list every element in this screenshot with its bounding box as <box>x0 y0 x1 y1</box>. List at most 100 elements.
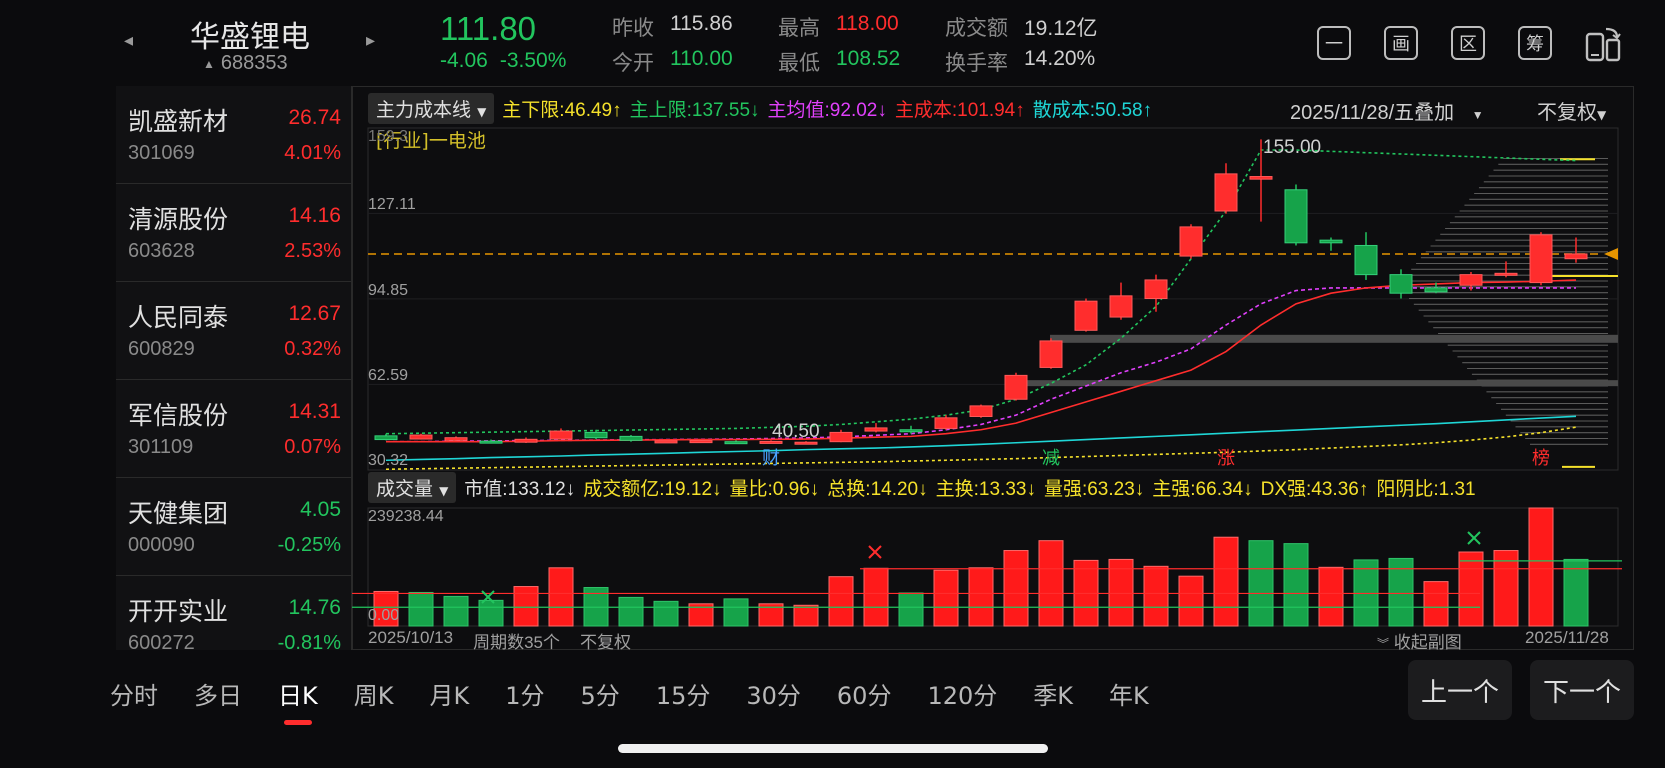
vol-ratio: 量比:0.96↓ <box>729 478 820 500</box>
chevron-down-icon: ▼ <box>1471 108 1484 122</box>
indicator-selector[interactable]: 主力成本线 ▼ <box>368 92 495 124</box>
list-item[interactable]: 凯盛新材 26.74 301069 4.01% <box>116 86 351 184</box>
list-item[interactable]: 开开实业 14.76 600272 -0.81% <box>116 576 351 650</box>
list-item[interactable]: 军信股份 14.31 301109 0.07% <box>116 380 351 478</box>
peer-code: 600272 <box>128 632 195 650</box>
peer-code: 000090 <box>128 534 195 556</box>
tab-60min[interactable]: 60分 <box>837 676 892 711</box>
volume-indicator-row: 成交量 ▼ 市值:133.12↓ 成交额亿:19.12↓ 量比:0.96↓ 总换… <box>368 471 1476 503</box>
toolbar-chips-icon[interactable]: 筹 <box>1518 26 1552 60</box>
vol-yang-yin-ratio: 阳阴比:1.31 <box>1376 478 1476 500</box>
chevron-down-icon: ︾ <box>1377 637 1390 651</box>
tab-1min[interactable]: 1分 <box>505 676 544 711</box>
toolbar-minus-icon[interactable]: 一 <box>1317 26 1351 60</box>
price-change: -4.06 <box>440 49 488 72</box>
tab-multiday[interactable]: 多日 <box>194 676 242 711</box>
vol-market-cap: 市值:133.12↓ <box>464 478 576 500</box>
stock-header: ◂ 华盛锂电 ▲ 688353 ▸ 111.80 -4.06 -3.50% 昨收… <box>0 0 1665 86</box>
peak-price-label: 155.00 <box>1263 137 1322 158</box>
vol-total-turnover: 总换:14.20↓ <box>827 478 928 500</box>
prev-stock-arrow-icon[interactable]: ◂ <box>124 30 133 51</box>
chart-date: 2025/11/28/五 <box>1290 102 1415 124</box>
collapse-subchart-button[interactable]: ︾ 收起副图 <box>1377 628 1462 653</box>
next-stock-arrow-icon[interactable]: ▸ <box>366 30 375 51</box>
peer-name: 凯盛新材 <box>128 107 229 136</box>
peer-code: 301069 <box>128 142 195 164</box>
peer-price: 14.76 <box>288 596 341 619</box>
stat-value: 19.12亿 <box>1024 17 1098 40</box>
indicator-lower-limit: 主下限:46.49↑ <box>502 99 622 121</box>
volume-max-label: 239238.44 <box>368 508 444 525</box>
tab-weekly-k[interactable]: 周K <box>354 676 394 711</box>
kline-chart-panel[interactable] <box>352 86 1634 650</box>
peer-price: 14.16 <box>288 204 341 227</box>
peer-price: 12.67 <box>288 302 341 325</box>
stock-code: 688353 <box>220 52 288 74</box>
peer-pct: -0.25% <box>277 534 341 556</box>
stat-turnover-amount: 成交额 19.12亿 <box>945 12 1098 42</box>
start-date: 2025/10/13 <box>368 628 454 647</box>
toolbar-range-icon[interactable]: 区 <box>1451 26 1485 60</box>
tab-yearly-k[interactable]: 年K <box>1109 676 1149 711</box>
peer-code: 603628 <box>128 240 195 262</box>
end-date: 2025/11/28 <box>1525 628 1609 647</box>
last-price: 111.80 <box>440 10 537 47</box>
stat-high: 最高 118.00 <box>778 12 899 42</box>
vol-amount: 成交额亿:19.12↓ <box>583 478 722 500</box>
list-item[interactable]: 天健集团 4.05 000090 -0.25% <box>116 478 351 576</box>
peer-pct: 4.01% <box>284 142 341 164</box>
collapse-label: 收起副图 <box>1393 633 1462 652</box>
stock-code-row: ▲ 688353 <box>203 52 288 75</box>
stat-turnover-rate: 换手率 14.20% <box>945 47 1095 77</box>
stat-open: 今开 110.00 <box>612 47 733 77</box>
indicator-main-cost: 主成本:101.94↑ <box>894 99 1025 121</box>
tab-quarterly-k[interactable]: 季K <box>1033 676 1073 711</box>
y-axis-label: 62.59 <box>368 367 409 384</box>
toolbar-draw-icon[interactable]: 画 <box>1384 26 1418 60</box>
peer-pct: 0.32% <box>284 338 341 360</box>
volume-min-label: 0.00 <box>368 607 400 624</box>
stat-label: 今开 <box>612 51 654 75</box>
tab-monthly-k[interactable]: 月K <box>430 676 470 711</box>
stat-value: 110.00 <box>670 47 733 70</box>
y-axis-label: 30.32 <box>368 452 409 469</box>
adjust-label: 不复权 <box>1537 100 1597 124</box>
tab-30min[interactable]: 30分 <box>746 676 801 711</box>
tab-120min[interactable]: 120分 <box>927 676 997 711</box>
peer-code: 600829 <box>128 338 195 360</box>
adjust-selector[interactable]: 不复权▼ <box>1537 96 1606 125</box>
y-axis-label: 127.11 <box>368 196 416 213</box>
vol-main-strength: 主强:66.34↓ <box>1152 478 1253 500</box>
indicator-values: 主下限:46.49↑ 主上限:137.55↓ 主均值:92.02↓ 主成本:10… <box>502 95 1152 122</box>
stat-value: 115.86 <box>670 12 733 35</box>
stat-value: 14.20% <box>1024 47 1096 70</box>
stock-name: 华盛锂电 <box>190 20 310 55</box>
stat-low: 最低 108.52 <box>778 47 900 77</box>
change-row: -4.06 -3.50% <box>440 49 566 73</box>
footer-adjust: 不复权 <box>580 633 632 652</box>
tab-daily-k[interactable]: 日K <box>278 676 318 725</box>
peer-name: 军信股份 <box>128 401 229 430</box>
chart-footer: 2025/10/13 周期数35个 不复权 <box>368 628 631 653</box>
rotate-screen-icon[interactable] <box>1584 26 1622 62</box>
indicator-mean: 主均值:92.02↓ <box>767 99 887 121</box>
list-item[interactable]: 清源股份 14.16 603628 2.53% <box>116 184 351 282</box>
date-overlay-selector[interactable]: 2025/11/28/五叠加 ▼ <box>1290 96 1484 125</box>
chevron-down-icon: ▼ <box>439 483 449 498</box>
chevron-down-icon: ▼ <box>477 104 487 119</box>
tab-5min[interactable]: 5分 <box>581 676 620 711</box>
vol-dx-strength: DX强:43.36↑ <box>1260 478 1369 500</box>
next-button[interactable]: 下一个 <box>1530 660 1634 720</box>
peer-price: 14.31 <box>288 400 341 423</box>
peer-price: 26.74 <box>288 106 341 129</box>
peer-pct: 2.53% <box>284 240 341 262</box>
tab-15min[interactable]: 15分 <box>656 676 711 711</box>
list-item[interactable]: 人民同泰 12.67 600829 0.32% <box>116 282 351 380</box>
period-tabs: 分时 多日 日K 周K 月K 1分 5分 15分 30分 60分 120分 季K… <box>110 668 1185 725</box>
indicator-row: 主力成本线 ▼ 主下限:46.49↑ 主上限:137.55↓ 主均值:92.02… <box>368 92 1152 124</box>
prev-button[interactable]: 上一个 <box>1408 660 1512 720</box>
peer-code: 301109 <box>128 436 194 458</box>
chevron-down-icon: ▼ <box>1597 108 1607 122</box>
volume-selector[interactable]: 成交量 ▼ <box>368 471 457 503</box>
tab-intraday[interactable]: 分时 <box>110 676 158 711</box>
